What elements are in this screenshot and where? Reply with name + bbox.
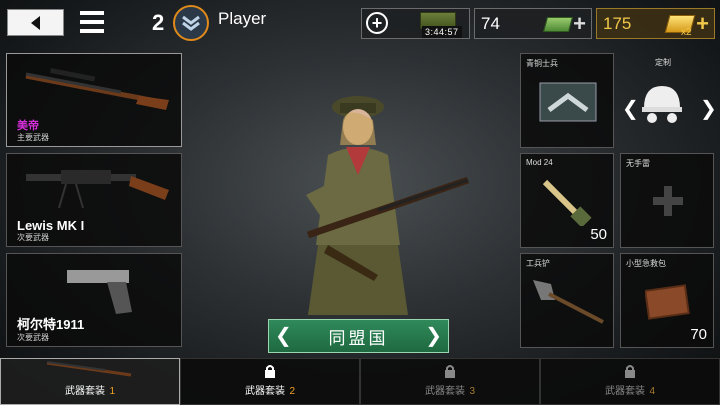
medkit-slot[interactable]: 小型急救包 70 <box>620 253 714 348</box>
weapon-slot-primary[interactable]: 美帝 主要武器 <box>6 53 182 147</box>
rank-chevron-icon <box>539 82 597 122</box>
tab-loadout-4[interactable]: 武器套装 4 <box>540 358 720 405</box>
next-arrow-icon[interactable]: ❯ <box>700 96 717 121</box>
lock-icon <box>265 365 275 378</box>
cash-icon <box>542 17 574 32</box>
weapon-name: 柯尔特1911 <box>17 317 85 332</box>
tab-label: 武器套装 <box>424 386 465 397</box>
tool-slot[interactable]: 工兵铲 <box>520 253 614 348</box>
cash-amount: 74 <box>481 14 500 33</box>
tab-number: 3 <box>469 386 475 397</box>
medkit-title: 小型急救包 <box>626 259 666 268</box>
weapon-name: Lewis MK I <box>17 218 85 233</box>
rank-level: 2 <box>152 10 165 35</box>
weapon-type: 主要武器 <box>17 133 49 142</box>
weapon-type: 次要武器 <box>17 333 49 342</box>
lock-icon <box>625 365 635 378</box>
pistol-icon <box>67 270 132 314</box>
empty-grenade-slot[interactable]: 无手雷 <box>620 153 714 248</box>
tab-number: 2 <box>289 386 295 397</box>
gold-amount: 175 <box>603 14 632 33</box>
tab-loadout-1[interactable]: 武器套装 1 <box>0 358 180 405</box>
add-gold-icon[interactable]: + <box>696 11 709 37</box>
soldier-character <box>306 96 470 315</box>
weapon-slot-sidearm[interactable]: 柯尔特1911 次要武器 <box>6 253 182 347</box>
faction-label: 同盟国 <box>328 328 389 348</box>
tab-number: 1 <box>109 386 115 397</box>
top-bar: 2 Player + 3:44:57 74 + 175 x2 + <box>0 0 720 44</box>
medkit-count: 70 <box>690 326 707 343</box>
tab-number: 4 <box>649 386 655 397</box>
grenade-slot[interactable]: Mod 24 50 <box>520 153 614 248</box>
prev-arrow-icon[interactable]: ❮ <box>622 96 639 121</box>
faction-selector[interactable]: ❮ 同盟国 ❯ <box>268 319 449 353</box>
faction-prev-icon[interactable]: ❮ <box>275 323 292 348</box>
rank-badge-icon[interactable] <box>173 5 209 41</box>
menu-icon[interactable] <box>80 11 104 33</box>
tab-label: 武器套装 <box>604 386 645 397</box>
weapon-name: 美帝 <box>17 120 39 132</box>
add-item-icon[interactable] <box>653 186 683 216</box>
loadout-tabs: 武器套装 1 武器套装 2 武器套装 3 武器套装 4 <box>0 358 720 405</box>
stick-grenade-icon <box>542 179 592 226</box>
back-button[interactable] <box>7 9 64 36</box>
tab-loadout-2[interactable]: 武器套装 2 <box>180 358 360 405</box>
crate-resource[interactable]: + 3:44:57 <box>361 8 470 39</box>
shovel-icon <box>533 280 604 324</box>
medkit-icon <box>645 284 690 320</box>
back-arrow-icon <box>30 15 40 30</box>
machine-gun-icon <box>26 170 169 209</box>
rank-slot-title: 青铜士兵 <box>526 59 558 68</box>
tab-label: 武器套装 <box>64 386 105 397</box>
grenade-count: 50 <box>590 226 607 243</box>
faction-next-icon[interactable]: ❯ <box>425 323 442 348</box>
crate-timer: 3:44:57 <box>422 26 462 38</box>
cash-resource[interactable]: 74 + <box>474 8 592 39</box>
tool-title: 工兵铲 <box>526 259 550 268</box>
player-name[interactable]: Player <box>218 9 266 29</box>
custom-title: 定制 <box>655 58 671 67</box>
helmet-icon[interactable] <box>640 82 684 126</box>
grenade-title: Mod 24 <box>526 158 553 167</box>
empty-slot-title: 无手雷 <box>626 159 650 168</box>
tab-loadout-3[interactable]: 武器套装 3 <box>360 358 540 405</box>
add-cash-icon[interactable]: + <box>573 11 586 37</box>
rifle-icon <box>46 361 132 377</box>
weapon-slot-secondary[interactable]: Lewis MK I 次要武器 <box>6 153 182 247</box>
lock-icon <box>445 365 455 378</box>
gold-multiplier: x2 <box>681 27 692 38</box>
weapon-type: 次要武器 <box>17 233 49 242</box>
gold-resource[interactable]: 175 x2 + <box>596 8 715 39</box>
tab-label: 武器套装 <box>244 386 285 397</box>
add-icon[interactable]: + <box>366 12 388 34</box>
rank-slot[interactable]: 青铜士兵 <box>520 53 614 148</box>
rifle-icon <box>25 68 169 110</box>
